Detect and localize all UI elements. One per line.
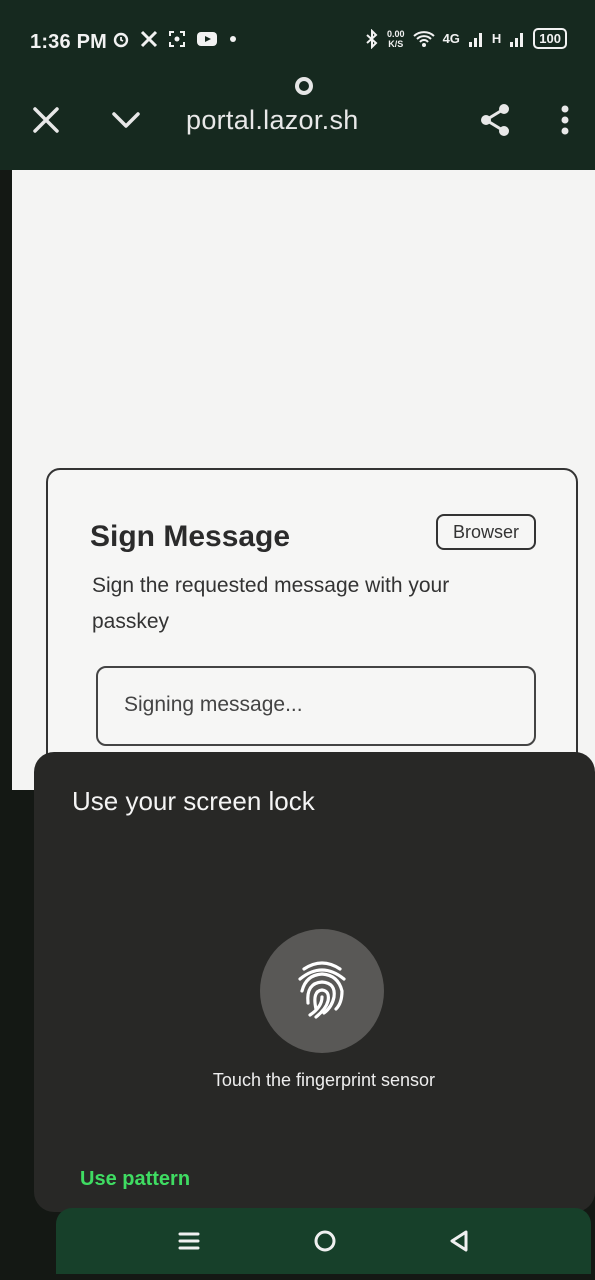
card-description: Sign the requested message with your pas… <box>92 574 450 633</box>
card-title: Sign Message <box>90 520 291 553</box>
sheet-title: Use your screen lock <box>72 786 315 816</box>
status-bar: 1:36 PM 0.00 K/S 4G H 100 <box>0 0 595 80</box>
dot-icon <box>230 36 236 42</box>
phone-screen: 1:36 PM 0.00 K/S 4G H 100 portal.lazor.s… <box>0 0 595 1280</box>
signing-status-box: Signing message... <box>96 666 536 746</box>
fingerprint-hint: Touch the fingerprint sensor <box>212 1070 436 1090</box>
network-speed-value: 0.00 <box>387 28 405 39</box>
back-icon[interactable] <box>442 1224 476 1258</box>
share-icon[interactable] <box>475 100 515 140</box>
network-4g-label: 4G <box>442 31 460 46</box>
recents-icon[interactable] <box>172 1224 206 1258</box>
battery-icon: 100 <box>533 28 567 49</box>
url-bar[interactable]: portal.lazor.sh <box>186 105 359 136</box>
fingerprint-button[interactable] <box>260 929 384 1053</box>
chevron-down-icon[interactable] <box>106 100 146 140</box>
youtube-icon <box>197 32 217 46</box>
browser-badge: Browser <box>436 514 536 550</box>
x-app-icon <box>140 30 158 48</box>
notification-icons <box>112 30 238 48</box>
more-vert-icon[interactable] <box>545 100 585 140</box>
screenshot-icon <box>169 31 185 47</box>
system-indicators: 0.00 K/S 4G H 100 <box>365 28 567 49</box>
bluetooth-icon <box>366 28 378 49</box>
signal-icon-2 <box>510 32 524 47</box>
close-icon[interactable] <box>26 100 66 140</box>
network-speed: 0.00 K/S <box>387 29 405 49</box>
network-speed-unit: K/S <box>388 38 404 49</box>
alarm-icon <box>113 32 129 48</box>
home-icon[interactable] <box>308 1224 342 1258</box>
fingerprint-icon <box>298 961 346 1019</box>
clock: 1:36 PM <box>30 31 107 53</box>
network-h-label: H <box>491 31 502 46</box>
navigation-bar <box>56 1208 591 1274</box>
screen-lock-sheet: Use your screen lock Touch the fingerpri… <box>34 752 595 1212</box>
wifi-icon <box>412 30 435 47</box>
camera-indicator-icon <box>295 77 313 95</box>
signing-status-text: Signing message... <box>124 693 303 716</box>
use-pattern-button[interactable]: Use pattern <box>80 1168 190 1191</box>
signal-icon <box>468 32 482 47</box>
